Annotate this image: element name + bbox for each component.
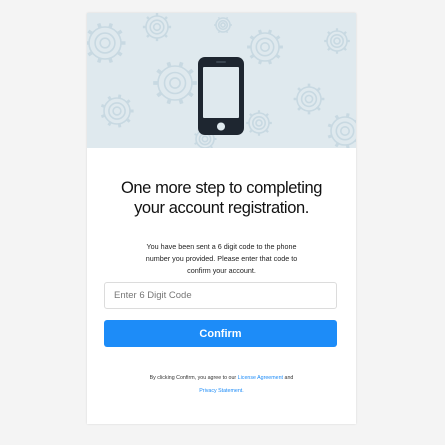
gear-icon [142, 13, 172, 42]
terms-notice: By clicking Confirm, you agree to our Li… [87, 372, 356, 398]
gear-icon [87, 22, 126, 64]
page-title: One more step to completing your account… [87, 178, 356, 218]
gear-icon [246, 110, 272, 136]
instruction-line: confirm your account. [187, 266, 256, 275]
confirm-button[interactable]: Confirm [104, 320, 337, 347]
verification-code-input[interactable] [104, 282, 337, 309]
terms-prefix: By clicking Confirm, you agree to our [149, 375, 237, 381]
gear-icon [293, 83, 325, 115]
license-agreement-link[interactable]: License Agreement [238, 375, 283, 381]
instruction-line: You have been sent a 6 digit code to the… [146, 242, 297, 251]
hero-banner [87, 13, 356, 148]
gear-icon [247, 29, 283, 65]
gear-icon [324, 28, 350, 54]
gear-icon [327, 113, 356, 148]
gear-icon [100, 94, 134, 128]
confirm-button-label: Confirm [199, 327, 242, 340]
gear-icon [153, 61, 197, 105]
terms-conjunction: and [284, 375, 294, 381]
gear-icon [214, 16, 232, 34]
instruction-text: You have been sent a 6 digit code to the… [105, 241, 338, 277]
verification-card: One more step to completing your account… [87, 13, 356, 424]
title-line: One more step to completing [120, 179, 323, 197]
smartphone-icon [198, 57, 244, 135]
privacy-statement-link[interactable]: Privacy Statement. [199, 388, 243, 394]
instruction-line: number you provided. Please enter that c… [145, 254, 298, 263]
title-line: your account registration. [134, 199, 309, 217]
